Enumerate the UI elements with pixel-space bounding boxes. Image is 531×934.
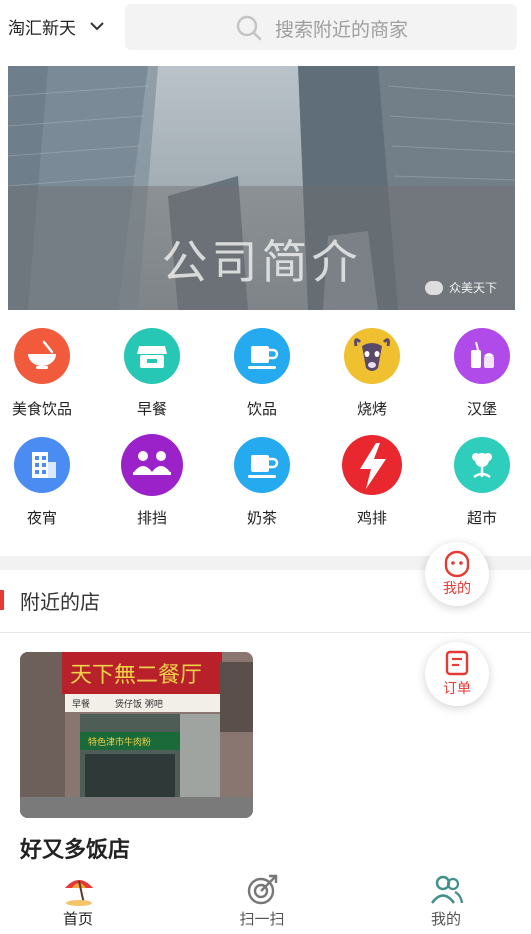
order-list-icon (445, 650, 469, 676)
home-page: 淘汇新天 搜索附近的商家 公司简介 众美天下 美食饮品 早餐 饮品 烧烤 汉堡 … (0, 0, 531, 934)
rice-bowl-icon (14, 328, 70, 384)
banner-watermark: 众美天下 (424, 279, 497, 296)
shop-sign-text: 天下無二餐厅 (70, 663, 202, 688)
category-label: 饮品 (246, 400, 277, 418)
category-label: 排挡 (136, 509, 167, 527)
smile-face-icon (444, 550, 470, 578)
section-title: 附近的店 (20, 590, 100, 614)
divider-line (0, 632, 531, 633)
category-item[interactable]: 烧烤 (322, 328, 422, 419)
shop-name[interactable]: 好又多饭店 (20, 832, 130, 864)
tab-label: 扫一扫 (239, 910, 285, 928)
category-item[interactable]: 鸡排 (322, 435, 422, 528)
mine-float-button[interactable]: 我的 (425, 542, 489, 606)
restaurant-storefront-illustration: 天下無二餐厅 早餐 煲仔饭 粥吧 特色津市牛肉粉 (20, 652, 253, 818)
watermark-text: 众美天下 (448, 281, 497, 295)
cup-icon (234, 437, 290, 493)
wechat-logo-icon (424, 280, 443, 295)
search-icon (236, 15, 262, 41)
category-label: 美食饮品 (11, 400, 72, 418)
title-accent-bar (0, 590, 4, 610)
fab-label: 我的 (443, 581, 471, 597)
shop-sign-side: 早餐 (72, 698, 90, 710)
fab-label: 订单 (443, 681, 471, 697)
cup-icon (234, 328, 290, 384)
banner-image[interactable]: 公司简介 众美天下 (8, 66, 515, 310)
top-bar: 淘汇新天 搜索附近的商家 (0, 0, 531, 56)
flower-icon (454, 437, 510, 493)
category-label: 汉堡 (466, 400, 497, 418)
tab-home[interactable]: 首页 (18, 866, 138, 934)
tab-mine[interactable]: 我的 (386, 866, 506, 934)
shop-sign-sub: 煲仔饭 粥吧 (115, 698, 163, 710)
tab-label: 首页 (62, 910, 93, 928)
location-selector[interactable]: 淘汇新天 (8, 12, 106, 40)
category-label: 奶茶 (246, 509, 277, 527)
chevron-down-icon (90, 22, 104, 31)
burger-drink-icon (454, 328, 510, 384)
category-label: 烧烤 (356, 400, 387, 418)
category-item[interactable]: 早餐 (102, 328, 202, 419)
search-placeholder: 搜索附近的商家 (275, 19, 409, 41)
category-label: 早餐 (136, 400, 167, 418)
users-icon (431, 875, 464, 904)
category-item[interactable]: 饮品 (212, 328, 312, 419)
beach-umbrella-icon (65, 880, 93, 906)
category-label: 超市 (466, 509, 497, 527)
lightning-icon (342, 435, 402, 495)
goat-icon (344, 328, 400, 384)
category-item[interactable]: 奶茶 (212, 437, 312, 528)
group-icon (121, 434, 183, 496)
tab-scan[interactable]: 扫一扫 (202, 866, 322, 934)
category-item[interactable]: 排挡 (102, 434, 202, 528)
bottom-tab-bar: 首页 扫一扫 我的 (0, 866, 531, 934)
orders-float-button[interactable]: 订单 (425, 642, 489, 706)
shop-photo[interactable]: 天下無二餐厅 早餐 煲仔饭 粥吧 特色津市牛肉粉 (20, 652, 253, 818)
category-item[interactable]: 夜宵 (0, 437, 92, 528)
shop-banner-text: 特色津市牛肉粉 (88, 736, 151, 748)
location-label: 淘汇新天 (8, 18, 76, 39)
scan-target-icon (247, 874, 278, 905)
category-item[interactable]: 超市 (432, 437, 531, 528)
tab-label: 我的 (430, 910, 461, 928)
shop-icon (124, 328, 180, 384)
building-icon (14, 437, 70, 493)
category-item[interactable]: 汉堡 (432, 328, 531, 419)
category-label: 夜宵 (26, 509, 57, 527)
category-item[interactable]: 美食饮品 (0, 328, 92, 419)
search-bar[interactable]: 搜索附近的商家 (125, 4, 517, 50)
category-label: 鸡排 (356, 509, 387, 527)
